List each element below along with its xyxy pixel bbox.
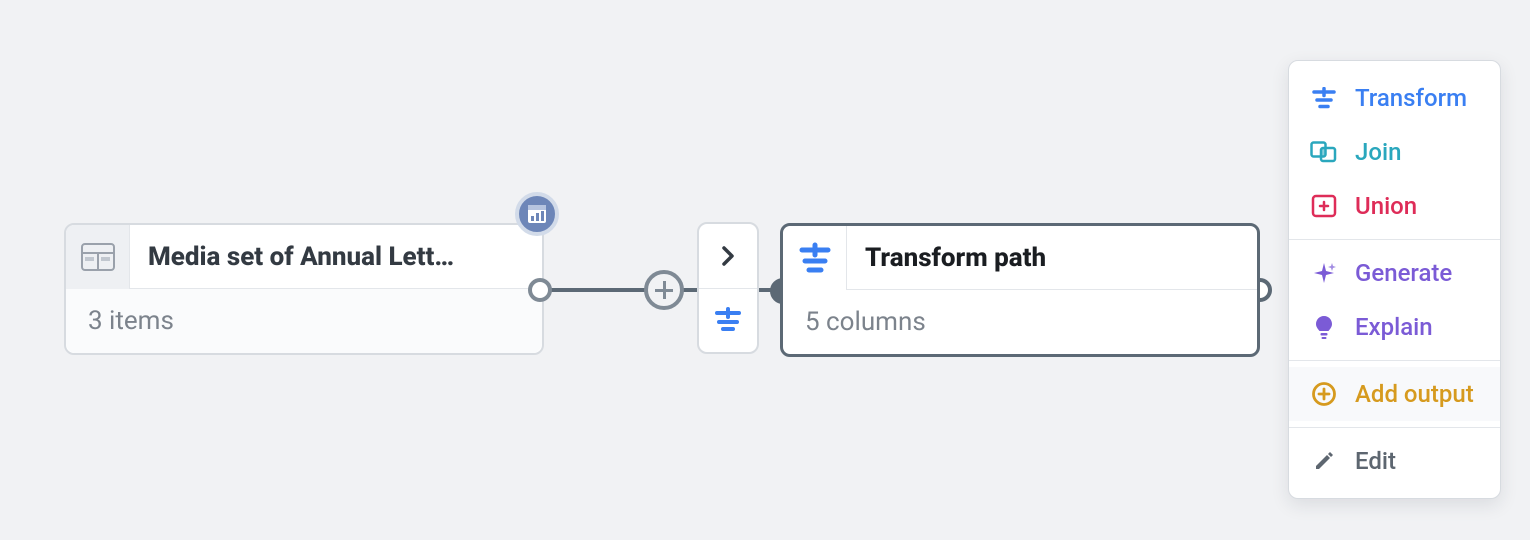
menu-item-label: Transform bbox=[1355, 84, 1467, 112]
chevron-right-icon bbox=[719, 243, 737, 269]
bulb-icon bbox=[1309, 312, 1339, 342]
menu-item-label: Edit bbox=[1355, 447, 1396, 475]
plus-circle-icon bbox=[1309, 379, 1339, 409]
join-icon bbox=[1309, 137, 1339, 167]
source-node-title: Media set of Annual Lett… bbox=[130, 242, 526, 272]
transform-node-header[interactable]: Transform path bbox=[783, 226, 1257, 290]
expand-step-button[interactable] bbox=[699, 224, 757, 288]
source-node-header[interactable]: Media set of Annual Lett… bbox=[66, 225, 542, 289]
sheet-chart-badge[interactable] bbox=[515, 192, 559, 236]
source-output-port[interactable] bbox=[528, 278, 552, 302]
menu-item-add-output[interactable]: Add output bbox=[1289, 367, 1500, 421]
menu-item-label: Union bbox=[1355, 192, 1417, 220]
transform-node-subtitle: 5 columns bbox=[783, 290, 1257, 354]
step-type-picker bbox=[697, 222, 759, 354]
pipeline-canvas[interactable]: Media set of Annual Lett… 3 items bbox=[0, 0, 1530, 540]
transform-node[interactable]: Transform path 5 columns bbox=[780, 223, 1260, 357]
node-context-menu: Transform Join Union bbox=[1288, 60, 1501, 499]
menu-item-label: Explain bbox=[1355, 313, 1433, 341]
sparkle-icon bbox=[1309, 258, 1339, 288]
menu-separator bbox=[1289, 427, 1500, 428]
menu-item-explain[interactable]: Explain bbox=[1289, 300, 1500, 354]
add-step-button[interactable] bbox=[644, 270, 684, 310]
menu-item-label: Generate bbox=[1355, 259, 1452, 287]
transform-step-button[interactable] bbox=[699, 288, 757, 353]
sheet-chart-icon bbox=[526, 203, 548, 225]
menu-item-label: Add output bbox=[1355, 380, 1474, 408]
source-node[interactable]: Media set of Annual Lett… 3 items bbox=[64, 223, 544, 355]
source-node-subtitle: 3 items bbox=[66, 289, 542, 353]
menu-item-transform[interactable]: Transform bbox=[1289, 71, 1500, 125]
transform-icon bbox=[713, 307, 743, 333]
menu-item-label: Join bbox=[1355, 138, 1401, 166]
menu-separator bbox=[1289, 239, 1500, 240]
transform-node-title: Transform path bbox=[847, 243, 1241, 273]
transform-icon bbox=[783, 226, 847, 290]
menu-separator bbox=[1289, 360, 1500, 361]
table-icon bbox=[66, 225, 130, 289]
menu-item-generate[interactable]: Generate bbox=[1289, 246, 1500, 300]
menu-item-join[interactable]: Join bbox=[1289, 125, 1500, 179]
pencil-icon bbox=[1309, 446, 1339, 476]
union-icon bbox=[1309, 191, 1339, 221]
transform-icon bbox=[1309, 83, 1339, 113]
menu-item-union[interactable]: Union bbox=[1289, 179, 1500, 233]
menu-item-edit[interactable]: Edit bbox=[1289, 434, 1500, 488]
